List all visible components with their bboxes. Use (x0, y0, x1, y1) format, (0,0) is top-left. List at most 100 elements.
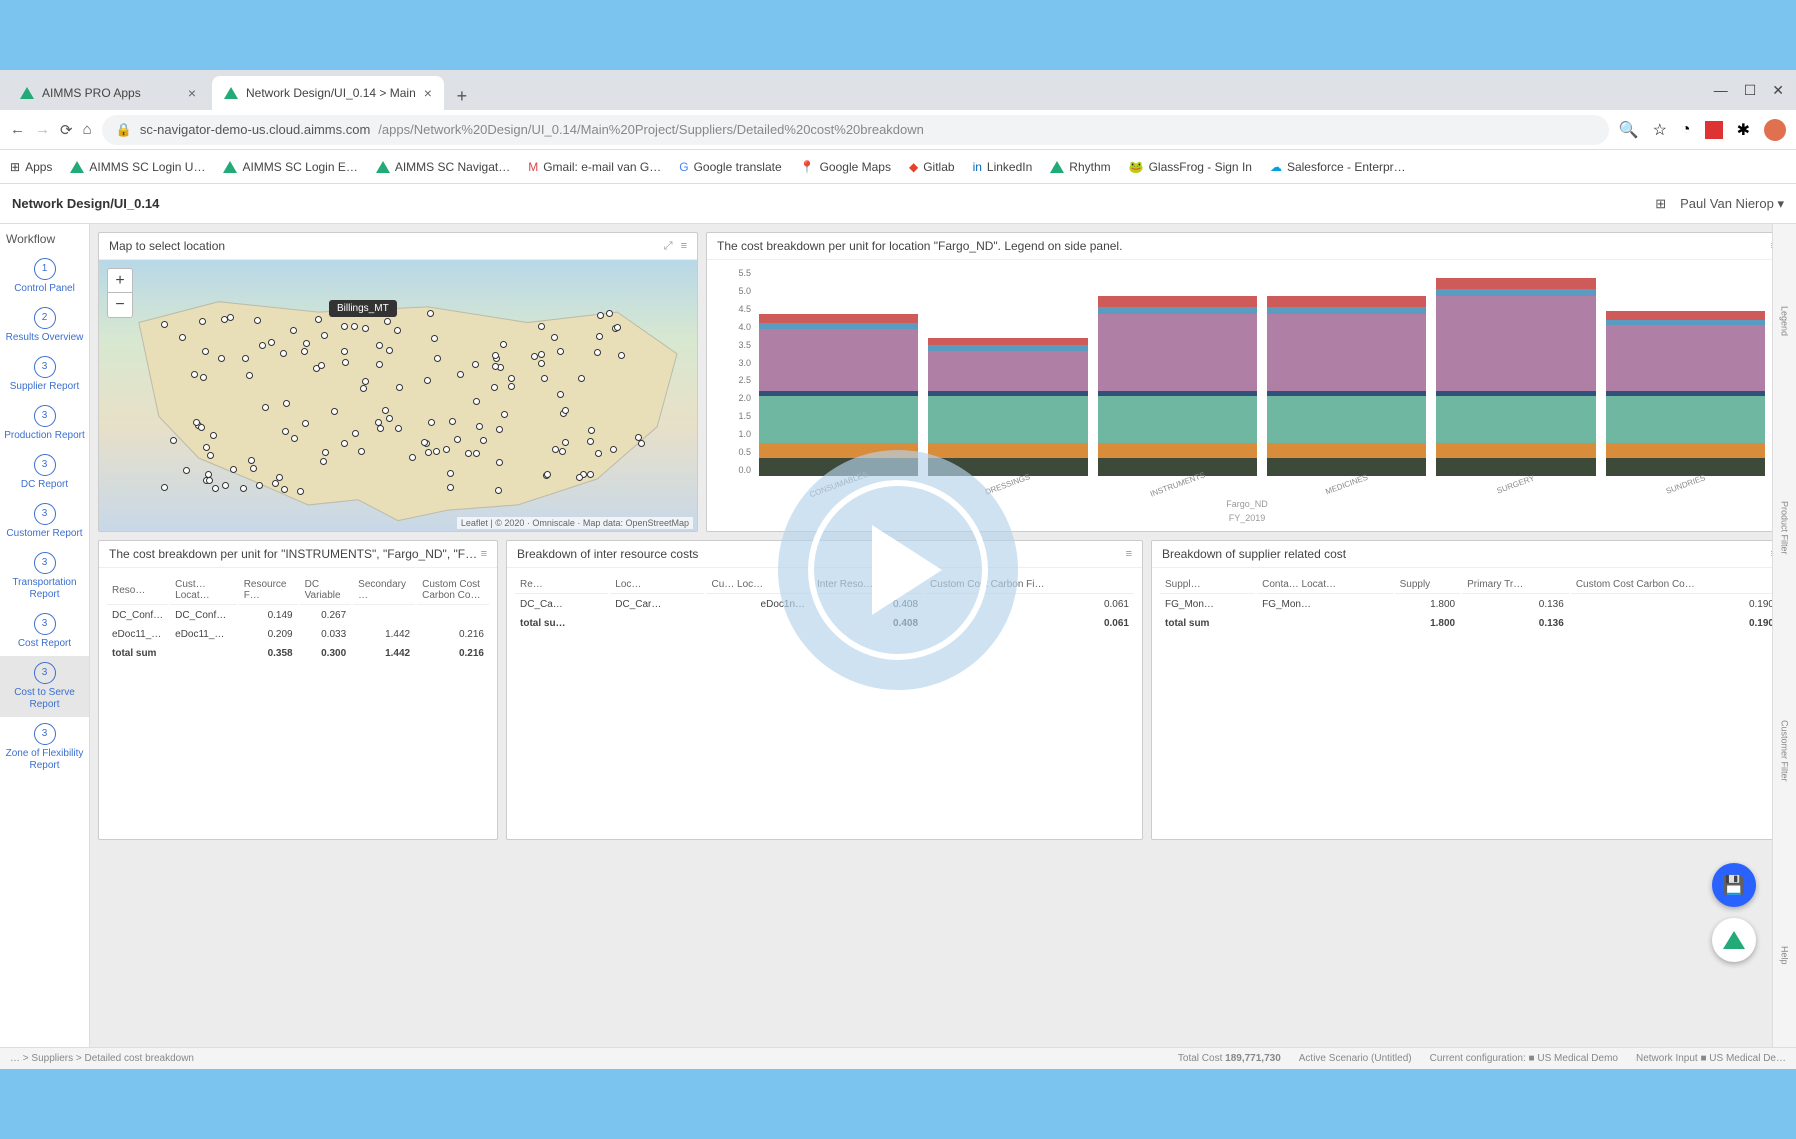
column-header[interactable]: Secondary … (353, 576, 415, 605)
map-location-dot[interactable] (386, 347, 393, 354)
map-location-dot[interactable] (207, 452, 214, 459)
aimms-logo-button[interactable] (1712, 918, 1756, 962)
bookmark-item[interactable]: AIMMS SC Login U… (70, 160, 205, 174)
map-location-dot[interactable] (594, 349, 601, 356)
map-location-dot[interactable] (496, 426, 503, 433)
bookmark-item[interactable]: Rhythm (1050, 160, 1110, 174)
map-location-dot[interactable] (358, 448, 365, 455)
home-icon[interactable]: ⌂ (83, 121, 92, 138)
map-location-dot[interactable] (352, 430, 359, 437)
map-location-dot[interactable] (283, 400, 290, 407)
column-header[interactable]: DC Variable (300, 576, 352, 605)
star-icon[interactable]: ☆ (1653, 120, 1667, 140)
workflow-step[interactable]: 3Transportation Report (0, 546, 89, 607)
map-location-dot[interactable] (576, 474, 583, 481)
save-button[interactable]: 💾 (1712, 863, 1756, 907)
close-icon[interactable]: × (424, 85, 432, 101)
map-location-dot[interactable] (476, 423, 483, 430)
data-table[interactable]: Suppl…Conta… Locat…SupplyPrimary Tr…Cust… (1158, 574, 1781, 634)
data-table[interactable]: Reso…Cust… Locat…Resource F…DC VariableS… (105, 574, 491, 664)
rail-tab-help[interactable]: Help (1780, 946, 1790, 965)
back-icon[interactable]: ← (10, 121, 25, 138)
map-location-dot[interactable] (250, 465, 257, 472)
workflow-step[interactable]: 3Production Report (0, 399, 89, 448)
map-location-dot[interactable] (495, 487, 502, 494)
map-location-dot[interactable] (457, 371, 464, 378)
map-location-dot[interactable] (303, 340, 310, 347)
map-location-dot[interactable] (396, 384, 403, 391)
workflow-step[interactable]: 3DC Report (0, 448, 89, 497)
play-overlay[interactable] (778, 450, 1018, 690)
map-location-dot[interactable] (541, 375, 548, 382)
table-row[interactable]: DC_Conf…DC_Conf…0.1490.267 (107, 607, 489, 624)
bookmark-item[interactable]: ◆Gitlab (909, 160, 955, 174)
map-location-dot[interactable] (254, 317, 261, 324)
column-header[interactable]: Reso… (107, 576, 168, 605)
profile-avatar[interactable] (1764, 119, 1786, 141)
map-location-dot[interactable] (282, 428, 289, 435)
workflow-step[interactable]: 3Supplier Report (0, 350, 89, 399)
column-header[interactable]: Cust… Locat… (170, 576, 237, 605)
bookmark-item[interactable]: GGoogle translate (679, 160, 781, 174)
workflow-step[interactable]: 2Results Overview (0, 301, 89, 350)
workflow-step[interactable]: 1Control Panel (0, 252, 89, 301)
map[interactable]: + − Billings_MT Leaflet | © 2020 · Omnis… (99, 260, 697, 531)
map-location-dot[interactable] (394, 327, 401, 334)
map-location-dot[interactable] (597, 312, 604, 319)
bookmark-item[interactable]: 📍Google Maps (800, 160, 891, 174)
map-location-dot[interactable] (544, 471, 551, 478)
map-location-dot[interactable] (562, 407, 569, 414)
bookmark-item[interactable]: MGmail: e-mail van G… (528, 160, 661, 174)
bar-dressings[interactable]: DRESSINGS (928, 268, 1087, 489)
map-location-dot[interactable] (179, 334, 186, 341)
workflow-step[interactable]: 3Zone of Flexibility Report (0, 717, 89, 778)
close-icon[interactable]: × (188, 85, 196, 101)
url-input[interactable]: 🔒 sc-navigator-demo-us.cloud.aimms.com/a… (102, 115, 1609, 145)
map-location-dot[interactable] (212, 485, 219, 492)
column-header[interactable]: Suppl… (1160, 576, 1255, 594)
bar-medicines[interactable]: MEDICINES (1267, 268, 1426, 489)
layout-icon[interactable]: ⊞ (1655, 196, 1666, 212)
column-header[interactable]: Resource F… (239, 576, 298, 605)
column-header[interactable]: Custom Cost Carbon Co… (1571, 576, 1779, 594)
workflow-step[interactable]: 3Customer Report (0, 497, 89, 546)
close-icon[interactable]: ✕ (1772, 82, 1784, 99)
table-row[interactable]: total sum1.8000.1360.190 (1160, 615, 1779, 632)
column-header[interactable]: Custom Cost Carbon Co… (417, 576, 489, 605)
map-location-dot[interactable] (240, 485, 247, 492)
table-row[interactable]: eDoc11_…eDoc11_…0.2090.0331.4420.216 (107, 626, 489, 643)
map-location-dot[interactable] (587, 471, 594, 478)
column-header[interactable]: Conta… Locat… (1257, 576, 1393, 594)
map-location-dot[interactable] (321, 332, 328, 339)
map-location-dot[interactable] (428, 419, 435, 426)
rail-tab-product-filter[interactable]: Product Filter (1780, 501, 1790, 555)
map-location-dot[interactable] (259, 342, 266, 349)
browser-tab[interactable]: AIMMS PRO Apps × (8, 76, 208, 110)
map-location-dot[interactable] (200, 374, 207, 381)
user-menu[interactable]: Paul Van Nierop ▾ (1680, 196, 1784, 212)
new-tab-button[interactable]: + (448, 82, 476, 110)
map-location-dot[interactable] (472, 361, 479, 368)
map-location-dot[interactable] (431, 335, 438, 342)
map-location-dot[interactable] (318, 362, 325, 369)
map-location-dot[interactable] (447, 470, 454, 477)
zoom-in-button[interactable]: + (108, 269, 132, 293)
map-location-dot[interactable] (480, 437, 487, 444)
bar-instruments[interactable]: INSTRUMENTS (1098, 268, 1257, 489)
map-location-dot[interactable] (508, 375, 515, 382)
map-location-dot[interactable] (362, 325, 369, 332)
menu-icon[interactable]: ≡ (481, 548, 487, 560)
rail-tab-customer-filter[interactable]: Customer Filter (1780, 720, 1790, 782)
map-location-dot[interactable] (203, 444, 210, 451)
expand-icon[interactable]: ⤢ (664, 240, 673, 253)
map-location-dot[interactable] (280, 350, 287, 357)
rail-tab-legend[interactable]: Legend (1780, 306, 1790, 336)
map-location-dot[interactable] (272, 480, 279, 487)
map-location-dot[interactable] (191, 371, 198, 378)
map-location-dot[interactable] (281, 486, 288, 493)
map-location-dot[interactable] (595, 450, 602, 457)
column-header[interactable]: Primary Tr… (1462, 576, 1569, 594)
map-location-dot[interactable] (562, 439, 569, 446)
bookmark-item[interactable]: AIMMS SC Login E… (223, 160, 357, 174)
workflow-step[interactable]: 3Cost Report (0, 607, 89, 656)
